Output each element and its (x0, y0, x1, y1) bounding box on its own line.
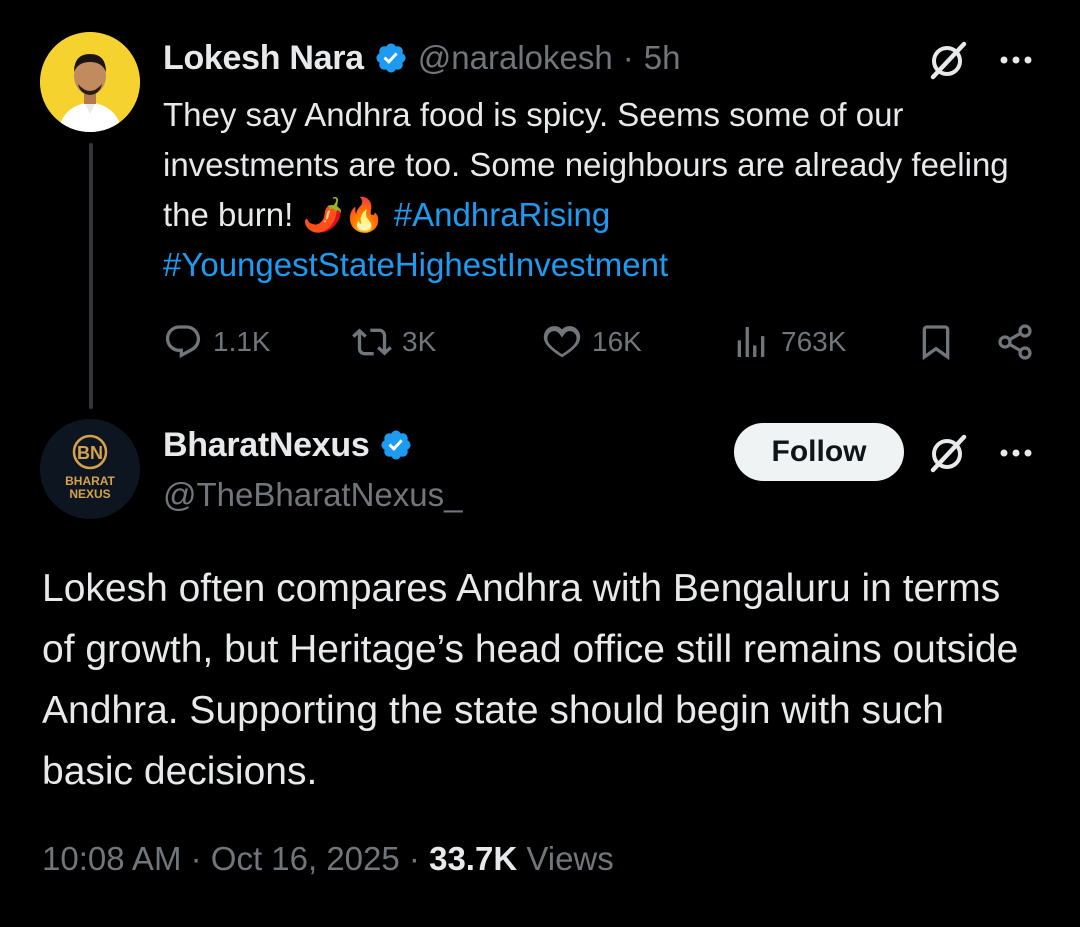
author-name[interactable]: BharatNexus (163, 426, 370, 465)
tweet-time[interactable]: 10:08 AM (42, 840, 181, 877)
tweet-text: They say Andhra food is spicy. Seems som… (163, 90, 1033, 290)
hashtag-link[interactable]: #AndhraRising (394, 196, 610, 233)
views-count: 763K (781, 326, 847, 357)
relative-time[interactable]: 5h (644, 39, 681, 77)
repost-icon (352, 328, 392, 356)
avatar[interactable] (40, 32, 140, 132)
reply-icon (165, 325, 201, 359)
tweet-header: Lokesh Nara @naralokesh · 5h (163, 36, 680, 80)
like-count: 16K (592, 326, 642, 357)
separator-dot: · (622, 39, 634, 76)
like-button[interactable]: 16K (542, 322, 642, 362)
avatar-text-line-1: BHARAT (65, 474, 115, 488)
emoji-chili-fire: 🌶️🔥 (302, 196, 385, 233)
more-icon[interactable] (996, 433, 1036, 473)
separator-dot: · (408, 840, 420, 877)
hashtag-link[interactable]: #YoungestStateHighestInvestment (163, 246, 668, 283)
follow-button[interactable]: Follow (734, 423, 904, 481)
grok-icon[interactable] (928, 40, 968, 80)
repost-count: 3K (402, 326, 437, 357)
separator-dot: · (190, 840, 202, 877)
repost-button[interactable]: 3K (352, 322, 436, 362)
tweet-text: Lokesh often compares Andhra with Bengal… (42, 567, 1019, 793)
tweet-date[interactable]: Oct 16, 2025 (211, 840, 400, 877)
grok-icon[interactable] (928, 433, 968, 473)
bookmark-button[interactable] (916, 322, 956, 362)
view-count[interactable]: 33.7K (429, 840, 517, 877)
reply-button[interactable]: 1.1K (163, 322, 271, 362)
bookmark-icon (922, 325, 950, 361)
verified-badge-icon (374, 41, 408, 75)
share-button[interactable] (996, 322, 1036, 362)
tweet-metadata: 10:08 AM · Oct 16, 2025 · 33.7K Views (42, 840, 614, 878)
author-handle[interactable]: @TheBharatNexus_ (163, 476, 462, 514)
share-icon (998, 324, 1032, 360)
author-handle[interactable]: @naralokesh (418, 39, 613, 77)
thread-connector-line (89, 143, 93, 409)
more-icon[interactable] (996, 40, 1036, 80)
reply-count: 1.1K (213, 326, 271, 357)
avatar-monogram: BN (77, 443, 103, 463)
views-button[interactable]: 763K (731, 322, 846, 362)
views-icon (737, 327, 765, 357)
verified-badge-icon (379, 428, 413, 462)
views-label[interactable]: Views (526, 840, 613, 877)
author-row: BharatNexus (163, 423, 413, 467)
avatar-text-line-2: NEXUS (69, 487, 110, 501)
avatar[interactable]: BN BHARAT NEXUS (40, 419, 140, 519)
author-name[interactable]: Lokesh Nara (163, 39, 364, 78)
like-icon (543, 326, 581, 358)
